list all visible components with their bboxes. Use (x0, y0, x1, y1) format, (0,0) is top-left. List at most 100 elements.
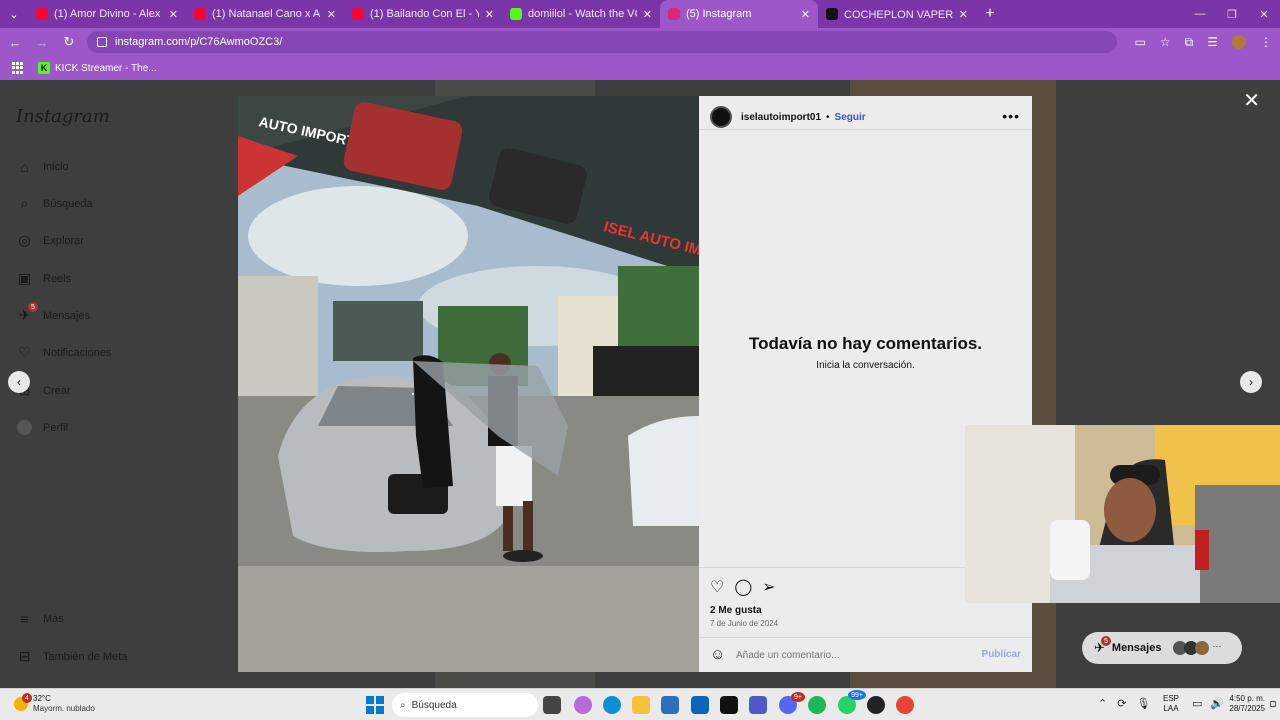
share-send-icon[interactable]: ➢ (762, 577, 775, 597)
maximize-icon[interactable]: ❐ (1216, 0, 1248, 28)
cast-icon[interactable]: ▭ (1135, 35, 1146, 49)
teams-icon[interactable] (749, 696, 767, 714)
webcam-image (965, 425, 1280, 603)
comment-input[interactable] (736, 648, 966, 662)
sidebar-item-busqueda[interactable]: ⌕ Búsqueda (16, 195, 93, 212)
sidebar-item-inicio[interactable]: ⌂ Inicio (16, 158, 68, 175)
sidebar-item-notificaciones[interactable]: ♡ Notificaciones (16, 344, 111, 361)
reels-icon: ▣ (17, 270, 32, 286)
heart-icon: ♡ (18, 344, 31, 360)
clock[interactable]: 4:50 p. m. 28/7/2025 (1227, 694, 1265, 714)
weather-widget[interactable]: 4 32°C Mayorm. nublado (14, 693, 95, 714)
windows-start-icon[interactable] (366, 696, 384, 714)
bookmarks-bar: K KICK Streamer - The... (0, 56, 1280, 80)
close-tab-icon[interactable]: ✕ (643, 8, 652, 21)
monitor-icon[interactable]: ▭ (1192, 697, 1202, 710)
chevron-up-icon[interactable]: ⌃ (1098, 697, 1107, 710)
tab-strip: ⌄ (1) Amor Divino - Alex Bueno ✕ (1) Nat… (0, 0, 1280, 28)
sidebar-item-mensajes[interactable]: ✈ 5 Mensajes (16, 302, 90, 324)
spotify-icon[interactable] (808, 696, 826, 714)
profile-avatar[interactable] (1232, 35, 1246, 49)
emoji-smiley-icon[interactable]: ☺ (710, 646, 725, 663)
close-window-icon[interactable]: ✕ (1248, 0, 1280, 28)
comment-bubble-icon[interactable]: ◯ (734, 577, 752, 597)
compass-icon: ◎ (18, 232, 31, 248)
bookmark-kick-streamer[interactable]: KICK Streamer - The... (55, 63, 157, 74)
chrome-icon[interactable] (896, 696, 914, 714)
sidebar-item-explorar[interactable]: ◎ Explorar (16, 232, 84, 249)
next-post-arrow-icon[interactable]: › (1240, 371, 1262, 393)
obs-icon[interactable] (867, 696, 885, 714)
copilot-icon[interactable] (574, 696, 592, 714)
more-options-icon: ··· (1212, 641, 1222, 651)
sidebar-item-mas[interactable]: ≡ Más (16, 610, 63, 627)
taskbar-search-box[interactable]: ⌕ Búsqueda (392, 693, 538, 717)
notifications-icon[interactable] (1270, 701, 1276, 707)
address-bar[interactable]: instagram.com/p/C76AwmoOZC3/ (87, 31, 1117, 53)
close-icon[interactable]: ✕ (1243, 88, 1260, 113)
like-heart-icon[interactable]: ♡ (710, 577, 724, 597)
tab-bailando-con-el[interactable]: (1) Bailando Con El - YouTube ✕ (344, 0, 502, 28)
follow-button[interactable]: Seguir (835, 112, 866, 123)
more-options-icon[interactable]: ••• (1002, 108, 1020, 124)
tab-search-button[interactable]: ⌄ (0, 0, 28, 28)
close-tab-icon[interactable]: ✕ (327, 8, 336, 21)
tab-instagram[interactable]: (5) Instagram ✕ (660, 0, 818, 28)
divider (699, 129, 1032, 130)
publish-button[interactable]: Publicar (982, 649, 1021, 660)
input-language[interactable]: ESP LAA (1163, 694, 1179, 714)
close-tab-icon[interactable]: ✕ (801, 8, 810, 21)
tab-amor-divino[interactable]: (1) Amor Divino - Alex Bueno ✕ (28, 0, 186, 28)
sidebar-item-tambien-de-meta[interactable]: ⊟ También de Meta (16, 648, 128, 665)
messages-button[interactable]: ✈ 5 Mensajes ··· (1082, 632, 1242, 664)
author-username[interactable]: iselautoimport01 (741, 112, 821, 123)
sidebar-item-perfil[interactable]: Perfil (16, 419, 68, 436)
tab-domiilol-kick[interactable]: domiilol - Watch the VOD on K ✕ (502, 0, 660, 28)
close-tab-icon[interactable]: ✕ (485, 8, 494, 21)
minimize-icon[interactable]: — (1184, 0, 1216, 28)
discord-icon[interactable]: 9+ (779, 692, 805, 714)
profile-avatar (16, 419, 33, 436)
volume-icon[interactable]: 🔊 (1210, 697, 1224, 710)
messenger-icon: ✈ 5 (1094, 636, 1111, 656)
previous-post-arrow-icon[interactable]: ‹ (8, 371, 30, 393)
menu-kebab-icon[interactable]: ⋮ (1260, 35, 1272, 49)
post-photo[interactable]: AUTO IMPORT ISEL AUTO IMPORT (238, 96, 699, 672)
author-avatar[interactable] (710, 106, 732, 128)
tab-tiktok-cocheplon[interactable]: COCHEPLON VAPER 💘 (@coch ✕ (818, 0, 976, 28)
reading-list-icon[interactable]: ☰ (1207, 35, 1218, 49)
kick-icon (510, 8, 522, 20)
reload-icon[interactable]: ↻ (57, 30, 81, 54)
file-explorer-icon[interactable] (632, 696, 650, 714)
new-tab-button[interactable]: + (976, 5, 1004, 23)
bookmark-star-icon[interactable]: ☆ (1160, 35, 1171, 49)
close-tab-icon[interactable]: ✕ (959, 8, 968, 21)
search-icon: ⌕ (20, 195, 29, 211)
sidebar-item-reels[interactable]: ▣ Reels (16, 270, 71, 287)
close-tab-icon[interactable]: ✕ (169, 8, 178, 21)
whatsapp-icon[interactable]: 99+ (838, 690, 866, 714)
home-icon: ⌂ (20, 158, 29, 175)
microphone-icon[interactable]: 🎙 (1136, 697, 1150, 710)
forward-arrow-icon[interactable]: → (30, 30, 54, 54)
tab-natanael-cano[interactable]: (1) Natanael Cano x Anuel AA ✕ (186, 0, 344, 28)
separator-dot: • (826, 111, 830, 123)
tiktok-icon (826, 8, 838, 20)
outlook-icon[interactable] (691, 696, 709, 714)
task-view-icon[interactable] (543, 696, 561, 714)
store-icon[interactable] (661, 696, 679, 714)
notification-badge: 5 (28, 302, 38, 312)
youtube-icon (36, 8, 48, 20)
sync-icon[interactable]: ⟳ (1117, 697, 1126, 710)
no-comments-subtitle: Inicia la conversación. (816, 360, 915, 371)
tiktok-icon[interactable] (720, 696, 738, 714)
extensions-icon[interactable]: ⧉ (1185, 35, 1194, 50)
back-arrow-icon[interactable]: ← (3, 30, 27, 54)
site-info-icon[interactable] (97, 37, 107, 47)
post-photo-image: AUTO IMPORT ISEL AUTO IMPORT (238, 96, 699, 672)
browser-toolbar: ← → ↻ instagram.com/p/C76AwmoOZC3/ ▭ ☆ ⧉… (0, 28, 1280, 56)
likes-count[interactable]: 2 Me gusta (710, 605, 762, 616)
apps-grid-icon[interactable] (12, 62, 24, 74)
instagram-logo[interactable]: Instagram (16, 106, 110, 127)
edge-icon[interactable] (603, 696, 621, 714)
